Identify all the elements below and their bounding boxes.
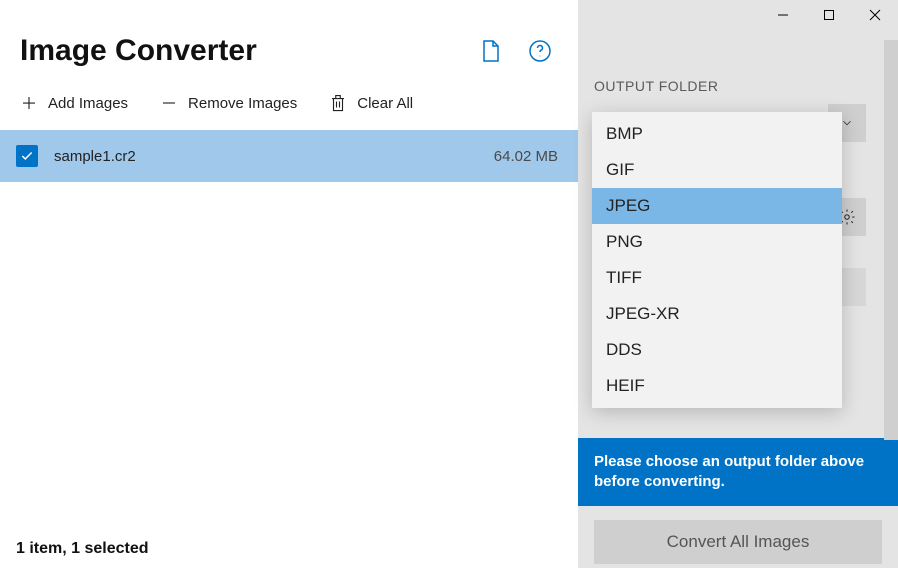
remove-images-label: Remove Images (188, 95, 297, 112)
status-bar: 1 item, 1 selected (0, 540, 578, 568)
format-option-jpeg[interactable]: JPEG (592, 188, 842, 224)
close-button[interactable] (852, 0, 898, 30)
list-item[interactable]: sample1.cr2 64.02 MB (0, 130, 578, 182)
file-name: sample1.cr2 (54, 148, 494, 165)
add-images-button[interactable]: Add Images (20, 94, 128, 112)
document-icon[interactable] (478, 39, 502, 63)
format-dropdown[interactable]: BMP GIF JPEG PNG TIFF JPEG-XR DDS HEIF (592, 112, 842, 408)
convert-button[interactable]: Convert All Images (594, 520, 882, 564)
file-list: sample1.cr2 64.02 MB (0, 130, 578, 540)
clear-all-label: Clear All (357, 95, 413, 112)
help-icon[interactable] (528, 39, 552, 63)
format-option-heif[interactable]: HEIF (592, 368, 842, 404)
format-option-jpegxr[interactable]: JPEG-XR (592, 296, 842, 332)
file-size: 64.02 MB (494, 148, 558, 165)
format-option-gif[interactable]: GIF (592, 152, 842, 188)
warning-banner: Please choose an output folder above bef… (578, 438, 898, 507)
format-option-png[interactable]: PNG (592, 224, 842, 260)
add-images-label: Add Images (48, 95, 128, 112)
scrollbar[interactable] (884, 40, 898, 440)
format-option-dds[interactable]: DDS (592, 332, 842, 368)
output-folder-label: OUTPUT FOLDER (594, 78, 882, 94)
minimize-button[interactable] (760, 0, 806, 30)
app-title: Image Converter (20, 34, 478, 68)
format-option-tiff[interactable]: TIFF (592, 260, 842, 296)
maximize-button[interactable] (806, 0, 852, 30)
clear-all-button[interactable]: Clear All (329, 94, 413, 112)
format-option-bmp[interactable]: BMP (592, 116, 842, 152)
remove-images-button[interactable]: Remove Images (160, 94, 297, 112)
checkbox-icon[interactable] (16, 145, 38, 167)
